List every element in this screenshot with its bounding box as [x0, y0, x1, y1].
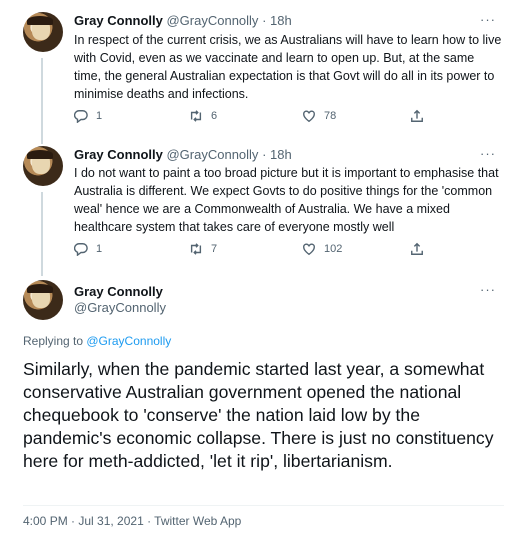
focused-tweet-text: Similarly, when the pandemic started las…	[23, 359, 494, 471]
thread-line	[41, 58, 43, 144]
replying-label: Replying to	[23, 334, 87, 348]
reply-count: 1	[96, 243, 103, 255]
reply-button[interactable]: 1	[74, 109, 102, 123]
avatar[interactable]	[23, 12, 63, 52]
author-name[interactable]: Gray Connolly	[74, 284, 163, 299]
tweet-timestamp[interactable]: 4:00 PM · Jul 31, 2021 · Twitter Web App	[23, 514, 241, 528]
more-options-icon[interactable]: ···	[480, 12, 496, 27]
author-handle[interactable]: @GrayConnolly	[166, 13, 258, 28]
tweet-text: I do not want to paint a too broad pictu…	[74, 166, 499, 234]
tweet-actions: 1 7 102	[74, 242, 423, 258]
tweet-header: Gray Connolly @GrayConnolly · 18h	[74, 147, 292, 163]
share-button[interactable]	[410, 109, 424, 123]
more-options-icon[interactable]: ···	[480, 146, 496, 161]
share-icon	[411, 242, 423, 255]
more-options-icon[interactable]: ···	[480, 282, 496, 297]
replying-handle-link[interactable]: @GrayConnolly	[86, 334, 171, 348]
author-name[interactable]: Gray Connolly	[74, 13, 163, 28]
replying-to: Replying to @GrayConnolly	[23, 334, 171, 348]
tweet-time[interactable]: 18h	[270, 147, 292, 162]
like-count: 102	[324, 243, 343, 255]
share-button[interactable]	[410, 242, 424, 256]
reply-count: 1	[96, 110, 103, 122]
author-handle[interactable]: @GrayConnolly	[74, 300, 166, 315]
author-handle[interactable]: @GrayConnolly	[166, 147, 258, 162]
retweet-count: 7	[211, 243, 218, 255]
thread-line	[41, 192, 43, 276]
retweet-count: 6	[211, 110, 218, 122]
like-button[interactable]: 78	[302, 109, 336, 123]
reply-button[interactable]: 1	[74, 242, 102, 256]
avatar[interactable]	[23, 146, 63, 186]
reply-icon	[74, 110, 88, 123]
share-icon	[411, 109, 423, 122]
tweet-actions: 1 6 78	[74, 109, 423, 125]
separator: ·	[262, 147, 267, 162]
separator: ·	[262, 13, 267, 28]
reply-icon	[74, 243, 88, 256]
heart-icon	[303, 110, 315, 123]
avatar[interactable]	[23, 280, 63, 320]
like-button[interactable]: 102	[302, 242, 342, 256]
retweet-button[interactable]: 7	[189, 242, 217, 256]
retweet-icon	[190, 243, 202, 255]
retweet-button[interactable]: 6	[189, 109, 217, 123]
author-name[interactable]: Gray Connolly	[74, 147, 163, 162]
tweet-header: Gray Connolly @GrayConnolly · 18h	[74, 13, 292, 29]
tweet-time[interactable]: 18h	[270, 13, 292, 28]
tweet-text: In respect of the current crisis, we as …	[74, 33, 502, 101]
retweet-icon	[190, 110, 202, 122]
heart-icon	[303, 243, 315, 256]
divider	[23, 505, 504, 506]
like-count: 78	[324, 110, 337, 122]
